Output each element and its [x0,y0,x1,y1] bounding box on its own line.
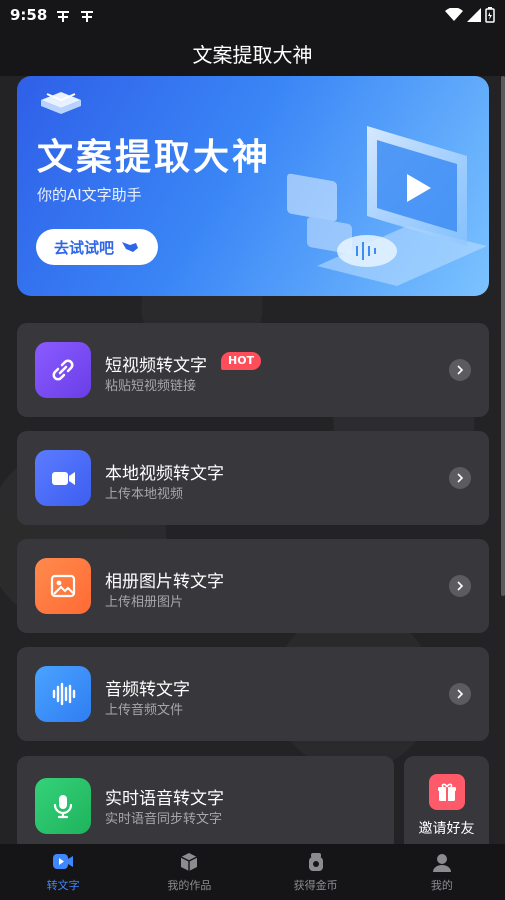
feature-card-album-image[interactable]: 相册图片转文字 上传相册图片 [17,539,489,633]
feature-desc: 上传相册图片 [105,595,184,610]
banner-title: 文案提取大神 [37,137,272,178]
image-icon [35,558,91,614]
chevron-right-icon[interactable] [449,575,471,597]
feature-desc: 上传本地视频 [105,487,184,502]
status-bar: 9:58 [0,0,505,30]
microphone-icon [35,778,91,834]
bottom-nav: 转文字 我的作品 获得金币 我的 [0,844,505,900]
gift-icon [428,774,465,810]
video-camera-icon [35,450,91,506]
book-icon [41,92,81,114]
tab-label: 我的 [430,879,453,892]
hot-badge: HOT [221,352,262,370]
feature-desc: 实时语音同步转文字 [105,812,223,827]
chevron-right-icon[interactable] [449,683,471,705]
app-header: 文案提取大神 [0,30,505,76]
user-icon [432,854,451,872]
promo-banner[interactable]: 文案提取大神 你的AI文字助手 去试试吧 [17,76,489,296]
battery-icon [485,7,495,23]
feature-card-audio[interactable]: 音频转文字 上传音频文件 [17,647,489,741]
feature-card-realtime-voice[interactable]: 实时语音转文字 实时语音同步转文字 [17,756,394,844]
try-now-label: 去试试吧 [53,238,114,257]
audio-wave-icon [35,666,91,722]
main-content[interactable]: 文案提取大神 你的AI文字助手 去试试吧 短视频转文字 HOT 粘贴短视频链接 … [0,76,505,844]
scrollbar[interactable] [501,76,505,596]
feature-card-local-video[interactable]: 本地视频转文字 上传本地视频 [17,431,489,525]
feature-name: 本地视频转文字 [105,464,224,484]
feature-name: 相册图片转文字 [105,572,224,592]
feature-desc: 粘贴短视频链接 [105,379,197,394]
try-now-button[interactable]: 去试试吧 [36,229,158,265]
app-notification-icon [57,11,70,22]
coin-bag-icon [308,853,323,871]
box-icon [181,853,198,871]
chevron-right-icon[interactable] [449,359,471,381]
monitor-illustration [287,126,487,286]
chevron-right-icon[interactable] [449,467,471,489]
feature-name: 短视频转文字 [105,356,207,376]
feature-desc: 上传音频文件 [105,703,184,718]
tab-label: 我的作品 [167,879,212,892]
invite-label: 邀请好友 [418,821,475,837]
tab-label: 转文字 [46,879,80,892]
status-time: 9:58 [10,6,48,24]
tab-my-works[interactable]: 我的作品 [126,844,252,900]
invite-friends-button[interactable]: 邀请好友 [404,756,489,844]
video-tab-icon [53,854,74,869]
app-notification-icon [81,11,94,22]
tab-profile[interactable]: 我的 [379,844,505,900]
tab-convert-text[interactable]: 转文字 [0,844,126,900]
feature-name: 实时语音转文字 [105,789,224,809]
banner-subtitle: 你的AI文字助手 [37,186,142,204]
tab-earn-coins[interactable]: 获得金币 [253,844,379,900]
page-title: 文案提取大神 [192,42,313,67]
link-icon [35,342,91,398]
signal-icon [467,8,481,22]
wifi-icon [445,8,463,21]
pointer-hand-icon [122,242,138,252]
feature-card-short-video[interactable]: 短视频转文字 HOT 粘贴短视频链接 [17,323,489,417]
tab-label: 获得金币 [293,879,338,892]
feature-name: 音频转文字 [105,680,190,700]
